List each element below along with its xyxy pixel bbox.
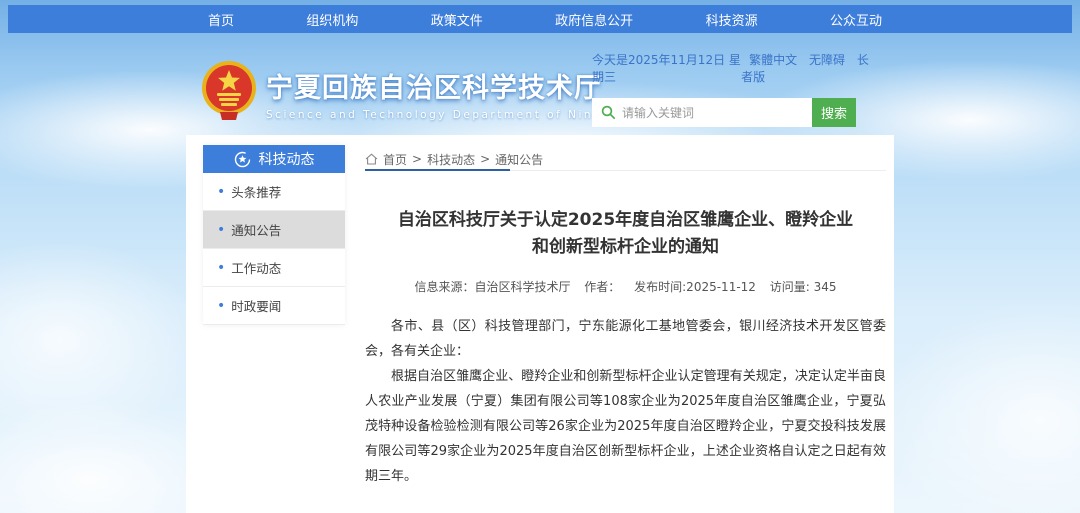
content-container: 科技动态 • 头条推荐 • 通知公告 • 工作动态 • 时政要闻 首页 > 科技… — [186, 135, 894, 513]
breadcrumb-notices[interactable]: 通知公告 — [495, 151, 543, 168]
link-accessibility[interactable]: 无障碍 — [809, 53, 845, 67]
sidebar-item-notices[interactable]: • 通知公告 — [203, 211, 345, 249]
bullet-icon: • — [217, 261, 225, 275]
sidebar-item-label: 头条推荐 — [231, 182, 281, 201]
meta-publish-time: 发布时间:2025-11-12 — [634, 280, 756, 294]
search-input[interactable] — [622, 106, 803, 120]
sidebar-title: 科技动态 — [259, 149, 315, 169]
meta-source: 信息来源：自治区科学技术厅 — [414, 280, 570, 294]
bullet-icon: • — [217, 223, 225, 237]
sidebar-header-tech-news[interactable]: 科技动态 — [203, 145, 345, 173]
article-paragraph: 根据自治区雏鹰企业、瞪羚企业和创新型标杆企业认定管理有关规定，决定认定半亩良人农… — [365, 364, 886, 489]
breadcrumb-rule — [365, 169, 886, 171]
breadcrumb: 首页 > 科技动态 > 通知公告 — [365, 135, 886, 169]
article-body: 各市、县（区）科技管理部门，宁东能源化工基地管委会，银川经济技术开发区管委会，各… — [365, 314, 886, 489]
sidebar-item-label: 工作动态 — [231, 258, 281, 277]
sidebar-item-work-updates[interactable]: • 工作动态 — [203, 249, 345, 287]
article-title: 自治区科技厅关于认定2025年度自治区雏鹰企业、瞪羚企业 和创新型标杆企业的通知 — [365, 207, 886, 261]
top-navigation: 首页 组织机构 政策文件 政府信息公开 科技资源 公众互动 — [8, 5, 1072, 33]
article-meta: 信息来源：自治区科学技术厅 作者： 发布时间:2025-11-12 访问量: 3… — [365, 278, 886, 295]
site-subtitle: Science and Technology Department of Nin… — [266, 109, 625, 121]
sidebar-item-label: 通知公告 — [231, 220, 281, 239]
national-emblem-logo — [200, 60, 258, 120]
nav-item-interaction[interactable]: 公众互动 — [830, 10, 882, 29]
cloud — [880, 300, 1080, 513]
nav-item-gov-info[interactable]: 政府信息公开 — [555, 10, 633, 29]
nav-item-policy[interactable]: 政策文件 — [431, 10, 483, 29]
main-article-area: 首页 > 科技动态 > 通知公告 自治区科技厅关于认定2025年度自治区雏鹰企业… — [365, 135, 886, 513]
home-icon — [365, 153, 378, 165]
sidebar-item-headlines[interactable]: • 头条推荐 — [203, 173, 345, 211]
search-bar: 搜索 — [592, 98, 856, 127]
current-date: 今天是2025年11月12日 星期三 — [592, 51, 741, 85]
sidebar-item-label: 时政要闻 — [231, 296, 281, 315]
cloud — [0, 240, 200, 440]
bullet-icon: • — [217, 185, 225, 199]
nav-item-home[interactable]: 首页 — [208, 10, 234, 29]
site-brand: 宁夏回族自治区科学技术厅 Science and Technology Depa… — [200, 60, 625, 121]
link-traditional-chinese[interactable]: 繁體中文 — [749, 53, 797, 67]
breadcrumb-separator: > — [480, 152, 490, 166]
sidebar-item-current-politics[interactable]: • 时政要闻 — [203, 287, 345, 325]
header-right: 今天是2025年11月12日 星期三 繁體中文 无障碍 长者版 搜索 — [592, 51, 872, 127]
bullet-icon: • — [217, 299, 225, 313]
breadcrumb-tech-news[interactable]: 科技动态 — [427, 151, 475, 168]
sidebar: 科技动态 • 头条推荐 • 通知公告 • 工作动态 • 时政要闻 — [203, 145, 345, 325]
nav-item-organization[interactable]: 组织机构 — [306, 10, 358, 29]
search-button[interactable]: 搜索 — [812, 98, 856, 127]
nav-item-resources[interactable]: 科技资源 — [706, 10, 758, 29]
breadcrumb-separator: > — [412, 152, 422, 166]
breadcrumb-home[interactable]: 首页 — [383, 151, 407, 168]
star-circle-icon — [234, 151, 251, 168]
meta-author: 作者： — [584, 280, 620, 294]
meta-visits: 访问量: 345 — [770, 280, 837, 294]
article-paragraph: 各市、县（区）科技管理部门，宁东能源化工基地管委会，银川经济技术开发区管委会，各… — [365, 314, 886, 364]
search-icon — [601, 105, 616, 120]
site-title: 宁夏回族自治区科学技术厅 — [266, 66, 625, 105]
